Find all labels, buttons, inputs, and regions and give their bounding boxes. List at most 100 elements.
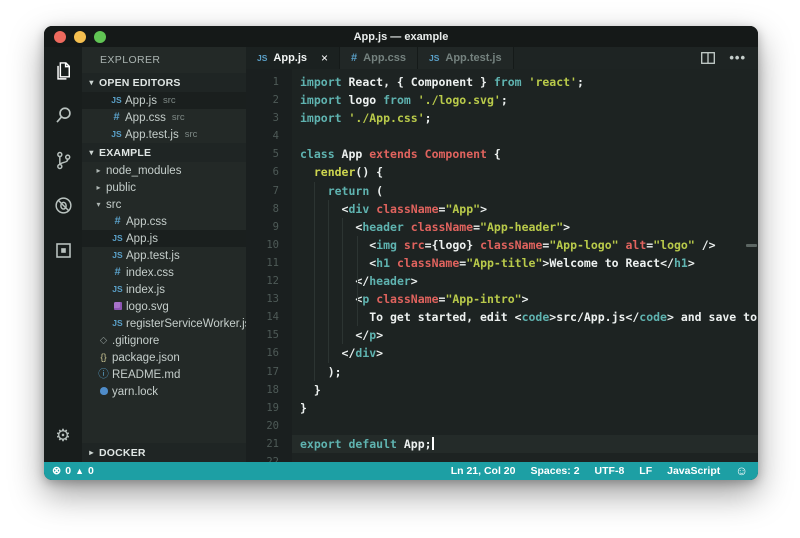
code-line-16[interactable]: 16 </div> [246, 344, 758, 362]
line-number[interactable]: 17 [246, 363, 292, 381]
tree-item-app-css[interactable]: # App.css [82, 213, 246, 230]
tab-label: App.test.js [445, 52, 502, 64]
line-number[interactable]: 5 [246, 145, 292, 163]
tree-item-logo-svg[interactable]: logo.svg [82, 298, 246, 315]
editor-scrollbar[interactable] [746, 244, 757, 247]
code-line-15[interactable]: 15 </p> [246, 326, 758, 344]
open-editor-app-test-js[interactable]: JS App.test.js src [82, 126, 246, 143]
code-editor[interactable]: 1 import React, { Component } from 'react… [246, 69, 758, 462]
line-number[interactable]: 15 [246, 326, 292, 344]
line-number[interactable]: 3 [246, 109, 292, 127]
status-cursor-position[interactable]: Ln 21, Col 20 [451, 465, 516, 477]
tab-label: App.css [363, 52, 406, 64]
file-label: App.js [126, 232, 158, 245]
window-titlebar[interactable]: App.js — example [44, 26, 758, 47]
split-editor-icon[interactable] [701, 52, 716, 64]
tree-item-package-json[interactable]: {} package.json [82, 349, 246, 366]
open-editor-app-js[interactable]: JS App.js src [82, 92, 246, 109]
tree-item-index-css[interactable]: # index.css [82, 264, 246, 281]
code-line-18[interactable]: 18 } [246, 381, 758, 399]
tree-item-registerserviceworker-js[interactable]: JS registerServiceWorker.js [82, 315, 250, 332]
line-number[interactable]: 14 [246, 308, 292, 326]
line-number[interactable]: 21 [246, 435, 292, 453]
line-number[interactable]: 10 [246, 236, 292, 254]
line-number[interactable]: 7 [246, 182, 292, 200]
tree-item-public[interactable]: ▸ public [82, 179, 246, 196]
line-number[interactable]: 8 [246, 200, 292, 218]
code-line-4[interactable]: 4 [246, 127, 758, 145]
tree-item-gitignore[interactable]: ◇ .gitignore [82, 332, 246, 349]
line-number[interactable]: 11 [246, 254, 292, 272]
line-number[interactable]: 1 [246, 73, 292, 91]
line-number[interactable]: 18 [246, 381, 292, 399]
tree-item-src[interactable]: ▾ src [82, 196, 246, 213]
line-number[interactable]: 4 [246, 127, 292, 145]
line-number[interactable]: 9 [246, 218, 292, 236]
code-token: App; [396, 436, 432, 451]
code-line-8[interactable]: 8 <div className="App"> [246, 200, 758, 218]
open-editor-app-css[interactable]: # App.css src [82, 109, 246, 126]
debug-icon[interactable] [52, 194, 74, 216]
line-number[interactable]: 19 [246, 399, 292, 417]
code-line-1[interactable]: 1 import React, { Component } from 'react… [246, 73, 758, 91]
tree-item-app-js[interactable]: JS App.js [82, 230, 246, 247]
status-feedback[interactable]: ☺ [735, 465, 748, 478]
code-line-10[interactable]: 10 <img src={logo} className="App-logo" … [246, 236, 758, 254]
code-line-7[interactable]: 7 return ( [246, 182, 758, 200]
code-token: "App-title" [466, 255, 543, 270]
code-line-6[interactable]: 6 render() { [246, 163, 758, 181]
status-errors[interactable]: ⊗ 0 [52, 465, 71, 477]
status-indentation[interactable]: Spaces: 2 [531, 465, 580, 477]
line-number[interactable]: 22 [246, 453, 292, 462]
close-icon[interactable]: × [321, 52, 328, 64]
settings-gear-icon[interactable]: ⚙ [55, 427, 70, 444]
code-token: } [300, 400, 307, 415]
line-number[interactable]: 12 [246, 272, 292, 290]
js-file-icon: JS [112, 284, 123, 295]
tab-actions: ••• [701, 47, 758, 69]
code-token: < [300, 237, 377, 252]
tab-app-test-js[interactable]: JS App.test.js [417, 47, 514, 69]
source-control-icon[interactable] [52, 149, 74, 171]
code-line-17[interactable]: 17 ); [246, 363, 758, 381]
line-number[interactable]: 6 [246, 163, 292, 181]
extensions-icon[interactable] [52, 239, 74, 261]
code-line-2[interactable]: 2 import logo from './logo.svg'; [246, 91, 758, 109]
code-line-21[interactable]: 21 export default App; [246, 434, 758, 453]
code-token: To get started, edit < [300, 310, 522, 325]
code-token: return [327, 183, 370, 198]
status-language-mode[interactable]: JavaScript [667, 465, 720, 477]
code-line-14[interactable]: 14 To get started, edit <code>src/App.js… [246, 308, 758, 326]
code-line-20[interactable]: 20 [246, 417, 758, 435]
code-line-9[interactable]: 9 <header className="App-header"> [246, 218, 758, 236]
code-line-22[interactable]: 22 [246, 453, 758, 462]
example-section-header[interactable]: ▾ EXAMPLE [82, 143, 246, 162]
code-line-13[interactable]: 13 <p className="App-intro"> [246, 290, 758, 308]
line-number[interactable]: 20 [246, 417, 292, 435]
line-number[interactable]: 16 [246, 344, 292, 362]
js-file-icon: JS [257, 52, 268, 63]
status-encoding[interactable]: UTF-8 [595, 465, 625, 477]
tree-item-yarn-lock[interactable]: yarn.lock [82, 383, 246, 400]
js-file-icon: JS [112, 250, 123, 261]
status-eol[interactable]: LF [639, 465, 652, 477]
tree-item-app-test-js[interactable]: JS App.test.js [82, 247, 246, 264]
tab-app-js[interactable]: JS App.js × [246, 47, 341, 69]
line-number[interactable]: 13 [246, 290, 292, 308]
tree-item-index-js[interactable]: JS index.js [82, 281, 246, 298]
more-actions-icon[interactable]: ••• [729, 51, 746, 64]
code-line-12[interactable]: 12 </header> [246, 272, 758, 290]
tree-item-readme-md[interactable]: ⓘ README.md [82, 366, 246, 383]
code-line-11[interactable]: 11 <h1 className="App-title">Welcome to … [246, 254, 758, 272]
explorer-icon[interactable] [52, 59, 74, 81]
open-editors-section-header[interactable]: ▾ OPEN EDITORS [82, 73, 246, 92]
tab-app-css[interactable]: # App.css [340, 47, 418, 69]
status-warnings[interactable]: ▲ 0 [75, 465, 94, 477]
line-number[interactable]: 2 [246, 91, 292, 109]
docker-section-header[interactable]: ▸ DOCKER [82, 443, 246, 462]
code-line-3[interactable]: 3 import './App.css'; [246, 109, 758, 127]
code-line-5[interactable]: 5 class App extends Component { [246, 145, 758, 163]
search-icon[interactable] [52, 104, 74, 126]
tree-item-node-modules[interactable]: ▸ node_modules [82, 162, 246, 179]
code-line-19[interactable]: 19} [246, 399, 758, 417]
